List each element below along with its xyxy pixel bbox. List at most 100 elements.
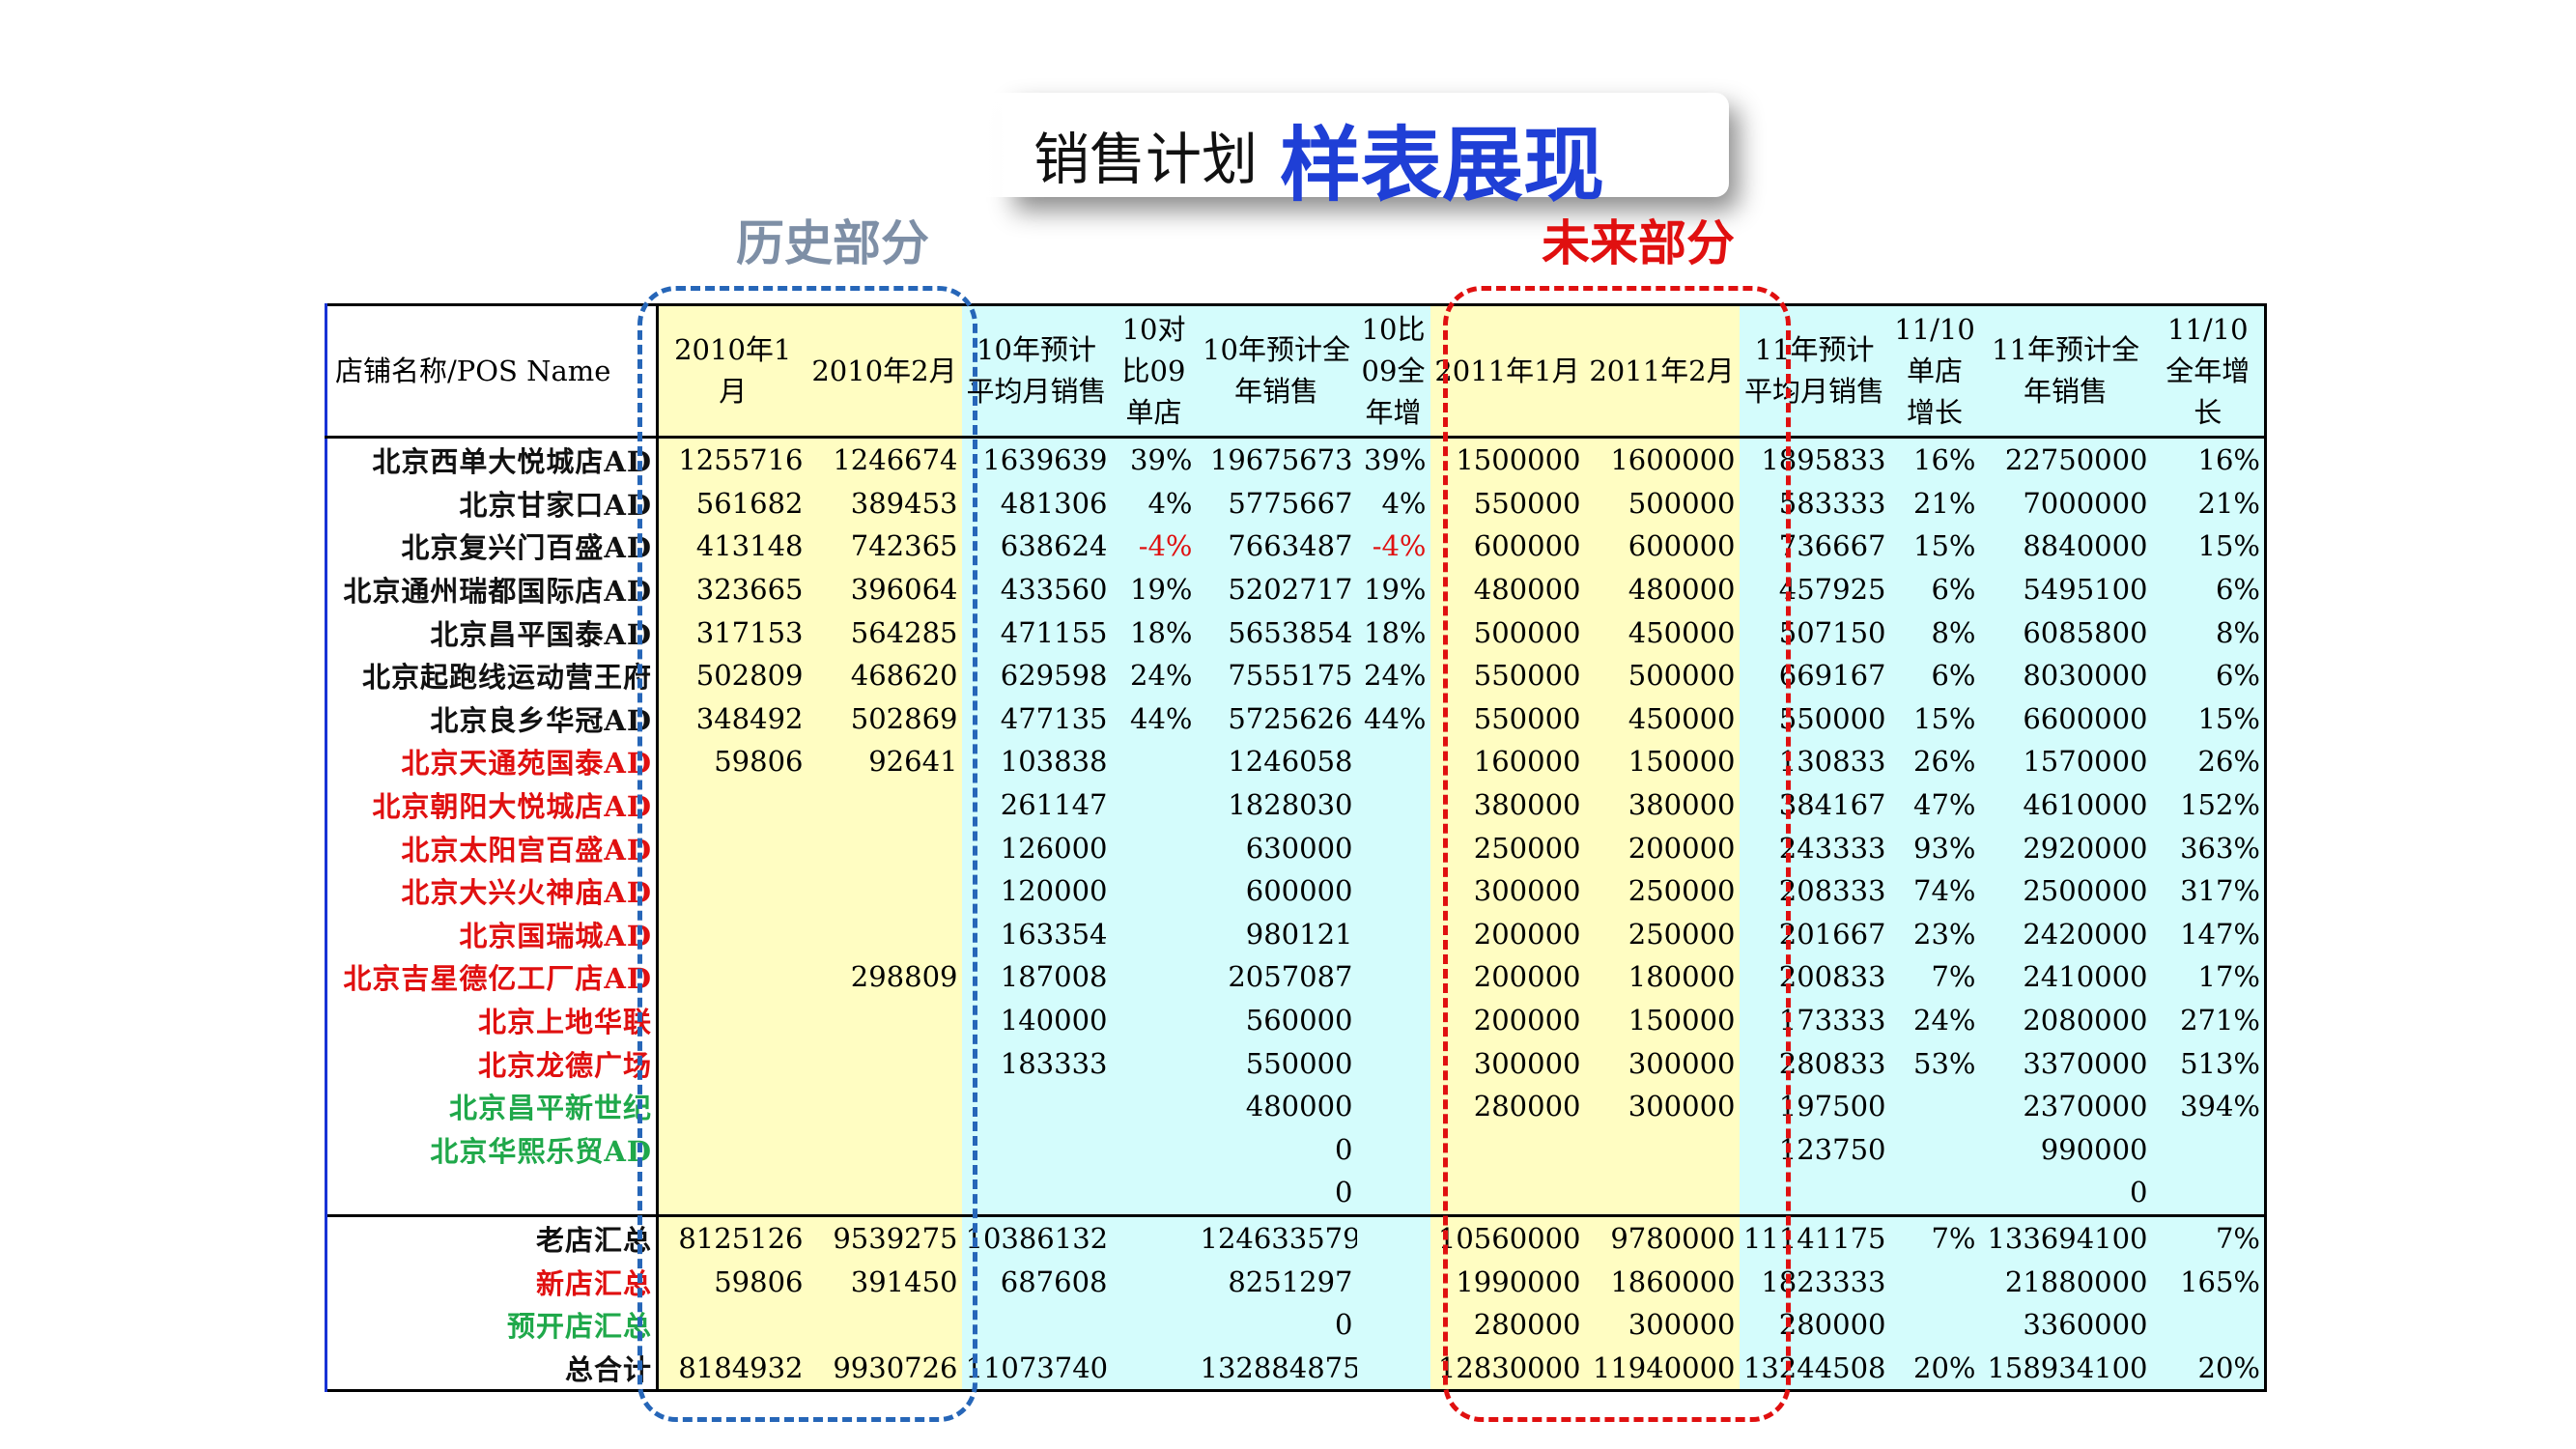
- table-row: 北京西单大悦城店AD 1255716 1246674 1639639 39% 196756…: [325, 437, 2266, 482]
- cell-10-full-year: 5725626: [1196, 696, 1357, 741]
- table-row: 北京天通苑国泰AD 59806 92641 103838 1246058 160000 15…: [325, 740, 2266, 783]
- cell-10-vs-09-year: [1356, 998, 1430, 1042]
- cell-11-vs-10-year: 152%: [2151, 782, 2266, 827]
- cell-10-vs-09-store: [1111, 1213, 1197, 1261]
- cell-10-full-year: 8251297: [1196, 1260, 1357, 1303]
- cell-11-vs-10-store: [1889, 1171, 1980, 1216]
- cell-10-vs-09-store: [1111, 868, 1197, 913]
- store-name-cell: 北京朝阳大悦城店AD: [325, 782, 659, 827]
- store-name-cell: 北京龙德广场: [325, 1041, 659, 1085]
- cell-11-vs-10-store: 16%: [1889, 437, 1980, 482]
- cell-11-vs-10-year: 26%: [2151, 740, 2266, 783]
- cell-11-vs-10-store: 8%: [1889, 611, 1980, 654]
- cell-10-full-year: 5653854: [1196, 611, 1357, 654]
- table-row: 00: [325, 1171, 2266, 1216]
- cell-11-vs-10-store: 6%: [1889, 567, 1980, 611]
- cell-10-full-year: 5202717: [1196, 567, 1357, 611]
- cell-10-avg-monthly: 140000: [961, 998, 1112, 1042]
- cell-10-avg-monthly: 187008: [961, 955, 1112, 999]
- header-10-vs-09-store: 10对比09单店: [1111, 304, 1197, 439]
- cell-11-full-year: 1570000: [1979, 740, 2152, 783]
- cell-11-vs-10-year: 21%: [2151, 481, 2266, 526]
- summary-row: 预开店汇总 0 280000 300000 280000 3360000: [325, 1302, 2266, 1347]
- cell-10-vs-09-store: 39%: [1111, 437, 1197, 482]
- store-name-cell: 北京太阳宫百盛AD: [325, 826, 659, 869]
- store-name-cell: 北京昌平新世纪: [325, 1084, 659, 1128]
- store-name-cell: 北京起跑线运动营王府: [325, 653, 659, 697]
- cell-10-avg-monthly: 687608: [961, 1260, 1112, 1303]
- store-name-cell: 北京大兴火神庙AD: [325, 868, 659, 913]
- cell-11-full-year: 4610000: [1979, 782, 2152, 827]
- cell-10-full-year: 980121: [1196, 912, 1357, 956]
- future-section-label: 未来部分: [1542, 215, 1735, 271]
- cell-10-vs-09-store: [1111, 1302, 1197, 1347]
- cell-10-vs-09-year: [1356, 868, 1430, 913]
- cell-10-vs-09-year: 18%: [1356, 611, 1430, 654]
- store-name-cell: 北京西单大悦城店AD: [325, 437, 659, 482]
- cell-10-vs-09-store: [1111, 826, 1197, 869]
- header-store-name: 店铺名称/POS Name: [325, 304, 659, 439]
- cell-11-vs-10-year: [2151, 1127, 2266, 1172]
- header-10-vs-09-year: 10比09全年增: [1356, 304, 1430, 439]
- cell-10-avg-monthly: 126000: [961, 826, 1112, 869]
- cell-10-avg-monthly: 433560: [961, 567, 1112, 611]
- history-highlight-frame: [637, 286, 977, 1422]
- summary-row: 新店汇总 59806 391450 687608 8251297 1990000 18600…: [325, 1260, 2266, 1303]
- cell-11-vs-10-store: 93%: [1889, 826, 1980, 869]
- cell-10-full-year: 7555175: [1196, 653, 1357, 697]
- cell-11-full-year: 7000000: [1979, 481, 2152, 526]
- cell-11-vs-10-year: [2151, 1302, 2266, 1347]
- store-name-cell: 北京昌平国泰AD: [325, 611, 659, 654]
- store-name-cell: 北京复兴门百盛AD: [325, 525, 659, 568]
- history-section-label: 历史部分: [736, 215, 929, 271]
- cell-10-vs-09-year: [1356, 826, 1430, 869]
- cell-10-full-year: 1246058: [1196, 740, 1357, 783]
- cell-10-avg-monthly: 163354: [961, 912, 1112, 956]
- cell-11-vs-10-store: 7%: [1889, 955, 1980, 999]
- cell-10-vs-09-year: [1356, 740, 1430, 783]
- cell-10-avg-monthly: 120000: [961, 868, 1112, 913]
- cell-11-vs-10-store: 7%: [1889, 1213, 1980, 1261]
- cell-11-vs-10-year: 363%: [2151, 826, 2266, 869]
- cell-10-vs-09-year: [1356, 1260, 1430, 1303]
- cell-10-full-year: 132884875: [1196, 1346, 1357, 1391]
- cell-11-vs-10-year: 20%: [2151, 1346, 2266, 1391]
- header-row: 店铺名称/POS Name 2010年1月 2010年2月 10年预计平均月销售…: [325, 304, 2266, 439]
- cell-10-avg-monthly: [961, 1127, 1112, 1172]
- table-row: 北京大兴火神庙AD 120000 600000 300000 250000 208333 7…: [325, 868, 2266, 913]
- cell-10-avg-monthly: 477135: [961, 696, 1112, 741]
- table-row: 北京昌平国泰AD 317153 564285 471155 18% 5653854 18% 5…: [325, 611, 2266, 654]
- cell-10-full-year: 550000: [1196, 1041, 1357, 1085]
- cell-10-vs-09-store: [1111, 955, 1197, 999]
- cell-11-full-year: 133694100: [1979, 1213, 2152, 1261]
- summary-row: 总合计 8184932 9930726 11073740 132884875 128300…: [325, 1346, 2266, 1391]
- cell-11-full-year: 8840000: [1979, 525, 2152, 568]
- cell-11-vs-10-store: 26%: [1889, 740, 1980, 783]
- table-row: 北京通州瑞都国际店AD 323665 396064 433560 19% 5202717 1…: [325, 567, 2266, 611]
- sales-plan-table: 店铺名称/POS Name 2010年1月 2010年2月 10年预计平均月销售…: [325, 303, 2267, 1393]
- cell-11-vs-10-year: 317%: [2151, 868, 2266, 913]
- cell-10-vs-09-store: -4%: [1111, 525, 1197, 568]
- cell-11-vs-10-store: 15%: [1889, 525, 1980, 568]
- cell-11-full-year: 22750000: [1979, 437, 2152, 482]
- table-row: 北京华熙乐贸AD 0 123750 990000: [325, 1127, 2266, 1172]
- cell-10-vs-09-store: [1111, 1171, 1197, 1216]
- cell-11-vs-10-store: [1889, 1084, 1980, 1128]
- cell-11-vs-10-year: 6%: [2151, 567, 2266, 611]
- cell-10-full-year: 19675673: [1196, 437, 1357, 482]
- cell-11-full-year: 6600000: [1979, 696, 2152, 741]
- cell-11-vs-10-store: 15%: [1889, 696, 1980, 741]
- cell-11-full-year: 2370000: [1979, 1084, 2152, 1128]
- title-prefix: 销售计划: [1033, 127, 1259, 192]
- table-row: 北京吉星德亿工厂店AD 298809 187008 2057087 200000 1800…: [325, 955, 2266, 999]
- table-row: 北京昌平新世纪 480000 280000 300000 197500 2370000 39…: [325, 1084, 2266, 1128]
- table-row: 北京良乡华冠AD 348492 502869 477135 44% 5725626 44% 5…: [325, 696, 2266, 741]
- header-11-full-year: 11年预计全年销售: [1979, 304, 2152, 439]
- cell-10-avg-monthly: 471155: [961, 611, 1112, 654]
- cell-10-full-year: 630000: [1196, 826, 1357, 869]
- cell-10-avg-monthly: [961, 1302, 1112, 1347]
- cell-10-full-year: 1828030: [1196, 782, 1357, 827]
- store-name-cell: 新店汇总: [325, 1260, 659, 1303]
- cell-11-vs-10-year: 7%: [2151, 1213, 2266, 1261]
- cell-11-vs-10-year: 271%: [2151, 998, 2266, 1042]
